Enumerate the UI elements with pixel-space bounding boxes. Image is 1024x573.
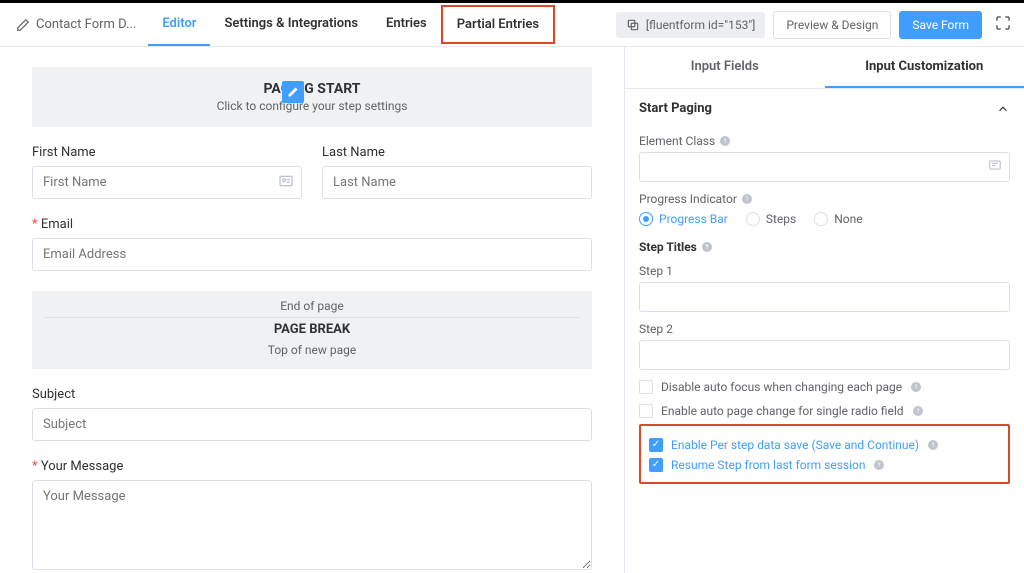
info-icon: ?	[719, 135, 731, 147]
checkbox[interactable]	[649, 458, 663, 472]
highlighted-options: Enable Per step data save (Save and Cont…	[639, 424, 1010, 484]
section-start-paging[interactable]: Start Paging	[639, 89, 1010, 124]
subject-input[interactable]	[32, 408, 592, 441]
element-class-suffix-icon[interactable]	[988, 158, 1002, 176]
tab-settings[interactable]: Settings & Integrations	[210, 3, 372, 46]
svg-text:?: ?	[745, 196, 748, 203]
save-form-button[interactable]: Save Form	[899, 11, 982, 39]
radio-progress-bar[interactable]: Progress Bar	[639, 212, 728, 226]
last-name-label: Last Name	[322, 145, 592, 160]
fullscreen-toggle[interactable]	[990, 10, 1016, 40]
info-icon: ?	[912, 405, 924, 417]
pencil-icon	[287, 86, 299, 98]
svg-text:?: ?	[705, 244, 708, 251]
page-break-top: End of page	[44, 297, 580, 318]
preview-design-button[interactable]: Preview & Design	[773, 11, 891, 39]
page-break-title: PAGE BREAK	[32, 318, 592, 341]
pencil-icon	[16, 18, 30, 32]
chevron-up-icon	[996, 102, 1010, 116]
check-resume-step[interactable]: Resume Step from last form session ?	[649, 458, 1000, 472]
info-icon: ?	[873, 459, 885, 471]
paging-start-subtitle: Click to configure your step settings	[32, 99, 592, 113]
element-class-input[interactable]	[639, 152, 1010, 182]
info-icon: ?	[927, 439, 939, 451]
main-tabs: Editor Settings & Integrations Entries P…	[148, 3, 555, 46]
checkbox[interactable]	[639, 404, 653, 418]
page-break-block[interactable]: End of page PAGE BREAK Top of new page	[32, 291, 592, 369]
copy-icon	[626, 18, 640, 32]
email-input[interactable]	[32, 238, 592, 271]
tab-entries[interactable]: Entries	[372, 3, 441, 46]
message-label: Your Message	[32, 459, 592, 474]
checkbox[interactable]	[639, 380, 653, 394]
first-name-input[interactable]	[32, 166, 302, 199]
shortcode-text: [fluentform id="153"]	[646, 18, 755, 32]
svg-text:?: ?	[916, 408, 919, 415]
radio-steps[interactable]: Steps	[746, 212, 796, 226]
message-textarea[interactable]	[32, 480, 592, 570]
check-disable-autofocus[interactable]: Disable auto focus when changing each pa…	[639, 380, 1010, 394]
shortcode-copy[interactable]: [fluentform id="153"]	[616, 12, 765, 38]
check-auto-page-change[interactable]: Enable auto page change for single radio…	[639, 404, 1010, 418]
radio-none[interactable]: None	[814, 212, 862, 226]
form-title-text: Contact Form D...	[36, 17, 136, 32]
step2-input[interactable]	[639, 340, 1010, 370]
svg-text:?: ?	[932, 442, 935, 449]
checkbox[interactable]	[649, 438, 663, 452]
step1-label: Step 1	[639, 264, 1010, 278]
first-name-label: First Name	[32, 145, 302, 160]
edit-block-button[interactable]	[282, 81, 304, 103]
check-per-step-save[interactable]: Enable Per step data save (Save and Cont…	[649, 438, 1000, 452]
tab-editor[interactable]: Editor	[148, 3, 210, 46]
form-title[interactable]: Contact Form D...	[8, 17, 144, 32]
svg-text:?: ?	[915, 384, 918, 391]
tab-input-fields[interactable]: Input Fields	[625, 47, 825, 88]
paging-start-block[interactable]: PAGING START Click to configure your ste…	[32, 67, 592, 127]
paging-start-title: PAGING START	[32, 81, 592, 97]
expand-icon	[994, 14, 1012, 32]
form-canvas: PAGING START Click to configure your ste…	[0, 47, 624, 573]
info-icon: ?	[910, 381, 922, 393]
progress-indicator-label: Progress Indicator ?	[639, 192, 1010, 206]
svg-text:?: ?	[878, 462, 881, 469]
top-bar: Contact Form D... Editor Settings & Inte…	[0, 3, 1024, 47]
step-titles-label: Step Titles ?	[639, 240, 1010, 254]
email-label: Email	[32, 217, 592, 232]
step2-label: Step 2	[639, 322, 1010, 336]
svg-text:?: ?	[724, 138, 727, 145]
right-sidebar: Input Fields Input Customization Start P…	[624, 47, 1024, 573]
info-icon: ?	[741, 193, 753, 205]
section-title: Start Paging	[639, 101, 712, 116]
subject-label: Subject	[32, 387, 592, 402]
step1-input[interactable]	[639, 282, 1010, 312]
name-field-icon	[278, 173, 294, 193]
page-break-bottom: Top of new page	[32, 341, 592, 359]
last-name-input[interactable]	[322, 166, 592, 199]
tab-partial-entries[interactable]: Partial Entries	[441, 5, 555, 44]
info-icon: ?	[701, 241, 713, 253]
element-class-label: Element Class ?	[639, 134, 1010, 148]
tab-input-customization[interactable]: Input Customization	[825, 47, 1024, 88]
